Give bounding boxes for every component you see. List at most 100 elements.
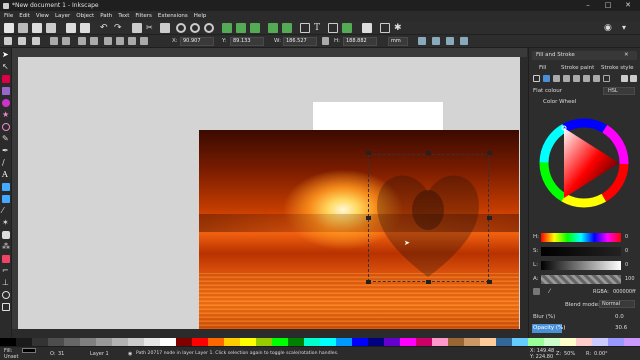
linear-gradient-icon[interactable] [553,75,560,82]
save-icon[interactable] [32,23,42,33]
new-document-icon[interactable] [4,23,14,33]
unlink-clone-icon[interactable] [250,23,260,33]
layer-select[interactable]: Layer 1 [90,351,109,357]
menu-help[interactable]: Help [194,13,207,19]
xml-editor-icon[interactable] [328,23,338,33]
palette-swatch[interactable] [512,338,528,346]
rectangle-tool-icon[interactable] [2,75,10,83]
scale-handle-r[interactable] [487,216,492,220]
x-field[interactable]: 90.907 [180,37,214,46]
palette-swatch[interactable] [256,338,272,346]
color-wheel-label[interactable]: Color Wheel [543,99,576,105]
pages-tool-icon[interactable] [2,303,10,311]
alpha-slider[interactable] [541,275,621,284]
palette-swatch[interactable] [608,338,624,346]
copy-icon[interactable] [132,23,142,33]
l-value[interactable]: 0 [625,262,628,268]
move-gradients-icon[interactable] [446,37,454,45]
no-paint-icon[interactable] [533,75,540,82]
measure-tool-icon[interactable]: ⊥ [2,279,10,287]
maximize-icon[interactable]: □ [598,0,618,11]
unit-select[interactable]: mm [388,37,408,46]
ungroup-icon[interactable] [282,23,292,33]
h-value[interactable]: 0 [625,234,628,240]
gradient-tool-icon[interactable] [2,183,10,191]
ellipse-tool-icon[interactable] [2,99,10,107]
snap-menu-icon[interactable]: ▾ [622,23,632,33]
cut-icon[interactable]: ✂ [146,23,156,33]
scale-handle-b[interactable] [426,280,431,284]
text-tool-icon[interactable]: A [2,171,10,179]
lightness-slider[interactable] [541,261,621,270]
minimize-icon[interactable]: – [578,0,598,11]
hue-slider[interactable] [541,233,621,242]
zoom-tool-icon[interactable] [2,291,10,299]
menu-edit[interactable]: Edit [19,13,30,19]
node-tool-icon[interactable]: ↖ [2,63,10,71]
paste-icon[interactable] [160,23,170,33]
paint-bucket-tool-icon[interactable] [2,231,10,239]
color-palette[interactable] [0,338,640,346]
palette-swatch[interactable] [160,338,176,346]
snap-toggle-icon[interactable]: ◉ [604,23,614,33]
menu-view[interactable]: View [36,13,49,19]
palette-swatch[interactable] [240,338,256,346]
menu-text[interactable]: Text [118,13,129,19]
palette-swatch[interactable] [272,338,288,346]
panel-close-icon[interactable]: ✕ [624,52,629,58]
pattern-icon[interactable] [583,75,590,82]
fill-rule-nonzero-icon[interactable] [630,75,637,82]
palette-swatch[interactable] [448,338,464,346]
palette-swatch[interactable] [48,338,64,346]
import-icon[interactable] [66,23,76,33]
opacity-value[interactable]: 30.6 [615,325,627,331]
vertical-scrollbar[interactable] [520,57,527,329]
menu-object[interactable]: Object [76,13,94,19]
scale-corners-icon[interactable] [432,37,440,45]
mesh-tool-icon[interactable] [2,195,10,203]
zoom-selection-icon[interactable] [176,23,186,33]
rgba-value[interactable]: 000000ff [613,289,636,295]
selectors-icon[interactable] [380,23,390,33]
horizontal-scrollbar[interactable] [18,329,527,335]
flip-vertical-icon[interactable] [90,37,98,45]
zoom-drawing-icon[interactable] [190,23,200,33]
opacity-short-value[interactable]: 31 [58,351,64,357]
palette-swatch[interactable] [416,338,432,346]
saturation-slider[interactable] [541,247,621,256]
palette-swatch[interactable] [432,338,448,346]
palette-swatch[interactable] [624,338,640,346]
select-all-icon[interactable] [4,37,12,45]
duplicate-icon[interactable] [222,23,232,33]
undo-icon[interactable]: ↶ [100,23,110,33]
palette-swatch[interactable] [208,338,224,346]
tweak-tool-icon[interactable]: ✶ [2,219,10,227]
visibility-icon[interactable]: ◉ [128,351,132,357]
swatch-icon[interactable] [593,75,600,82]
open-icon[interactable] [18,23,28,33]
pen-tool-icon[interactable]: ✒ [2,147,10,155]
palette-swatch[interactable] [384,338,400,346]
scale-handle-l[interactable] [366,216,371,220]
mesh-gradient-icon[interactable] [573,75,580,82]
connector-tool-icon[interactable]: ⌐ [2,267,10,275]
text-font-icon[interactable]: T [314,23,324,33]
palette-swatch[interactable] [0,338,16,346]
raise-icon[interactable] [116,37,124,45]
palette-swatch[interactable] [480,338,496,346]
eyedropper-icon[interactable]: ⁄ [549,288,556,295]
scale-stroke-icon[interactable] [418,37,426,45]
star-tool-icon[interactable]: ★ [2,111,10,119]
deselect-icon[interactable] [32,37,40,45]
zoom-value[interactable]: 50% [564,351,575,357]
calligraphy-tool-icon[interactable]: ∕ [2,159,10,167]
spiral-tool-icon[interactable] [2,123,10,131]
scale-handle-bl[interactable] [366,280,371,284]
scale-handle-t[interactable] [426,151,431,155]
menu-path[interactable]: Path [100,13,112,19]
menu-file[interactable]: File [4,13,13,19]
palette-swatch[interactable] [400,338,416,346]
lower-to-bottom-icon[interactable] [140,37,148,45]
palette-swatch[interactable] [320,338,336,346]
palette-swatch[interactable] [464,338,480,346]
